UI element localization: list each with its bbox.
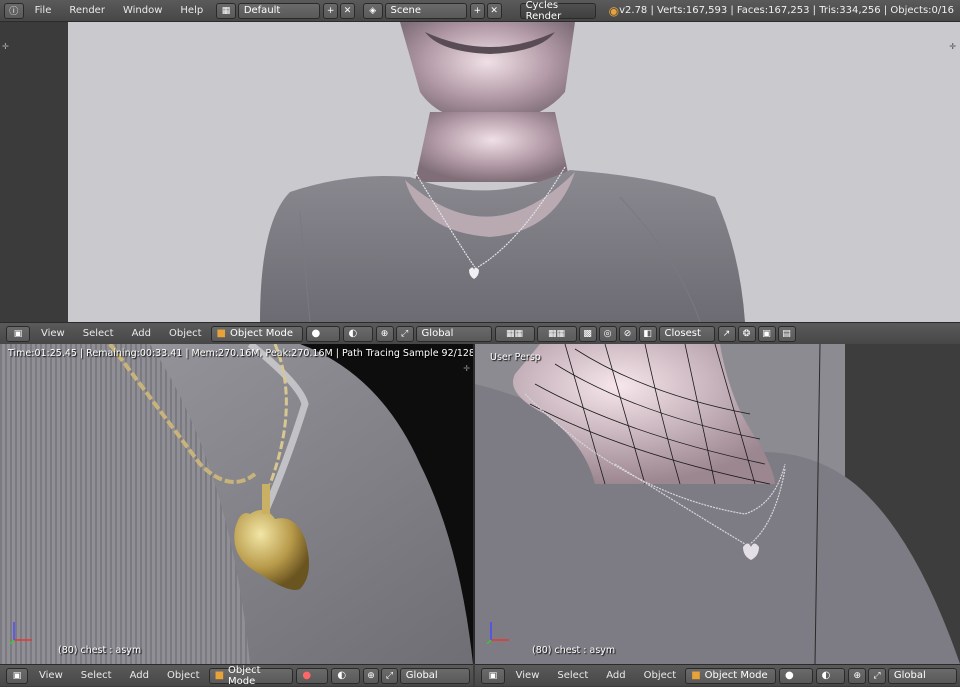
object-mode-label-bl: Object Mode [228, 664, 261, 687]
menu-select[interactable]: Select [74, 328, 123, 339]
persp-viewport[interactable]: User Persp (80) chest : asym [475, 344, 960, 664]
region-expand-icon[interactable]: ✛ [2, 42, 9, 51]
snap-target-select[interactable]: Closest [658, 325, 715, 342]
persp-view-name: User Persp [490, 352, 541, 363]
object-mode-select-br[interactable]: ■ Object Mode [685, 667, 776, 684]
region-expand-icon-right[interactable]: ✛ [949, 42, 956, 51]
editor-type-icon-br[interactable]: ▣ [481, 667, 505, 684]
shading-select-bl[interactable]: ● [296, 667, 329, 684]
pivot-select-br[interactable]: ◐ [815, 667, 846, 684]
pivot-select[interactable]: ◐ [342, 325, 373, 342]
pivot-icon: ◐ [348, 328, 358, 339]
menu-render[interactable]: Render [60, 5, 114, 16]
remove-layout-icon[interactable]: ✕ [340, 2, 355, 19]
menu-add[interactable]: Add [123, 328, 160, 339]
scene-field[interactable]: Scene [384, 2, 467, 19]
menu-help[interactable]: Help [171, 5, 212, 16]
add-scene-icon[interactable]: + [469, 2, 485, 19]
menu-add-bl[interactable]: Add [121, 670, 158, 681]
orientation-select-bl[interactable]: Global [399, 667, 470, 684]
region-expand-icon-bl[interactable]: ✛ [463, 364, 470, 373]
snap-element-icon[interactable]: ◧ [638, 325, 657, 342]
transform-icon-br[interactable]: ⤢ [868, 667, 886, 684]
pivot-icon-br: ◐ [821, 670, 831, 681]
object-mode-label: Object Mode [230, 328, 293, 339]
orientation-select-br[interactable]: Global [887, 667, 957, 684]
solid-shading-icon-br: ● [784, 670, 794, 681]
menu-object-br[interactable]: Object [635, 670, 686, 681]
viewport-separator[interactable] [473, 344, 475, 664]
solid-shading-icon: ● [311, 328, 321, 339]
blender-logo-icon: ◉ [608, 3, 620, 18]
menu-add-br[interactable]: Add [597, 670, 634, 681]
snap-align-icon[interactable]: ↗ [717, 325, 736, 342]
menu-file[interactable]: File [26, 5, 61, 16]
menu-view-bl[interactable]: View [30, 670, 72, 681]
editor-type-icon-bl[interactable]: ▣ [6, 667, 29, 684]
manipulator-icon-bl[interactable]: ⊕ [362, 667, 380, 684]
menu-object-bl[interactable]: Object [158, 670, 209, 681]
object-mode-select[interactable]: ■ Object Mode [210, 325, 303, 342]
orientation-select[interactable]: Global [415, 325, 492, 342]
manipulator-icon-br[interactable]: ⊕ [848, 667, 867, 684]
render-engine-select[interactable]: Cycles Render [519, 0, 596, 22]
axis-gizmo-icon [9, 622, 32, 644]
editor-type-icon[interactable]: ▣ [6, 325, 30, 342]
info-header: ⓘ File Render Window Help ▦ Default + ✕ … [0, 0, 960, 22]
shading-select-br[interactable]: ● [778, 667, 813, 684]
render-status-text: Time:01:25.45 | Remaining:00:33.41 | Mem… [8, 348, 473, 359]
menu-select-bl[interactable]: Select [72, 670, 121, 681]
scene-icon[interactable]: ◈ [362, 2, 383, 19]
layers-icon[interactable]: ▦▦ [494, 325, 535, 342]
pivot-select-bl[interactable]: ◐ [331, 667, 360, 684]
pivot-icon-bl: ◐ [337, 670, 347, 681]
snap-project-icon[interactable]: ❂ [737, 325, 756, 342]
axis-gizmo-icon-br [486, 622, 509, 644]
bottom-right-view-header: ▣ View Select Add Object ■ Object Mode ●… [475, 664, 960, 686]
screen-layout-field[interactable]: Default [237, 2, 321, 19]
top-view-header: ▣ View Select Add Object ■ Object Mode ●… [0, 322, 960, 344]
info-editor-icon[interactable]: ⓘ [4, 2, 24, 19]
proportional-edit-icon[interactable]: ◎ [598, 325, 617, 342]
render-still-icon[interactable]: ▣ [757, 325, 776, 342]
persp-object-label: (80) chest : asym [532, 645, 616, 656]
transform-icon-bl[interactable]: ⤢ [381, 667, 398, 684]
top-3d-viewport[interactable]: ✛ ✛ [0, 22, 960, 322]
cube-icon-bl: ■ [214, 670, 225, 681]
rendered-shading-icon: ● [302, 670, 312, 681]
manipulator-icon[interactable]: ⊕ [375, 325, 394, 342]
scene-stats: v2.78 | Verts:167,593 | Faces:167,253 | … [619, 5, 954, 16]
layers-icon-2[interactable]: ▦▦ [536, 325, 577, 342]
layout-grid-icon[interactable]: ▦ [216, 2, 236, 19]
render-scene [0, 344, 473, 664]
persp-scene [475, 344, 960, 664]
snap-icon[interactable]: ⊘ [618, 325, 637, 342]
transform-icon[interactable]: ⤢ [395, 325, 414, 342]
object-mode-label-br: Object Mode [704, 670, 768, 681]
top-viewport-scene [0, 22, 960, 322]
menu-view[interactable]: View [32, 328, 74, 339]
render-anim-icon[interactable]: ▤ [777, 325, 796, 342]
lock-camera-icon[interactable]: ▩ [578, 325, 597, 342]
cube-icon: ■ [216, 328, 226, 339]
shading-select[interactable]: ● [305, 325, 340, 342]
object-mode-select-bl[interactable]: ■ Object Mode [208, 664, 294, 687]
menu-view-br[interactable]: View [507, 670, 549, 681]
remove-scene-icon[interactable]: ✕ [486, 2, 502, 19]
menu-window[interactable]: Window [114, 5, 171, 16]
bottom-left-view-header: ▣ View Select Add Object ■ Object Mode ●… [0, 664, 473, 687]
add-layout-icon[interactable]: + [323, 2, 339, 19]
menu-select-br[interactable]: Select [548, 670, 597, 681]
render-preview-viewport[interactable]: Time:01:25.45 | Remaining:00:33.41 | Mem… [0, 344, 473, 664]
cube-icon-br: ■ [691, 670, 701, 681]
render-object-label: (80) chest : asym [58, 645, 142, 656]
menu-object[interactable]: Object [160, 328, 211, 339]
